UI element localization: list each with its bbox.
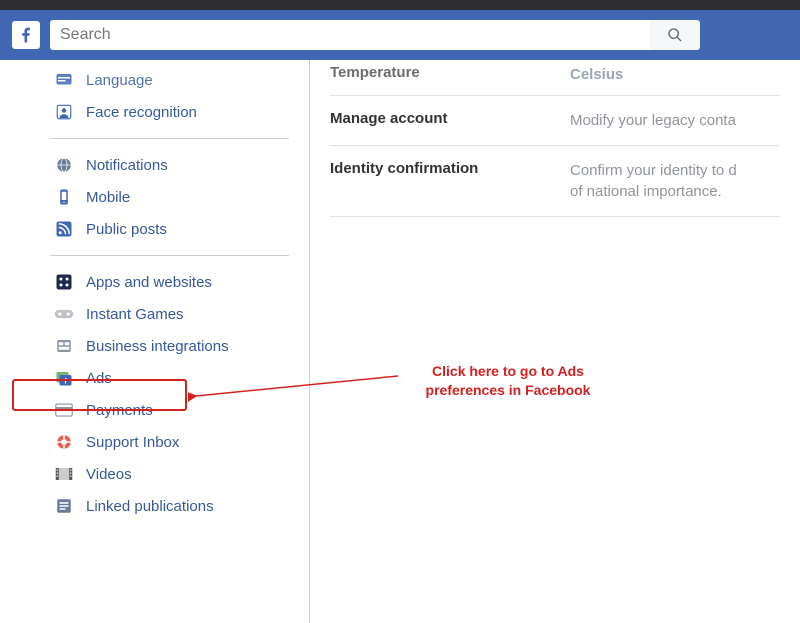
sidebar-item-label: Notifications — [86, 157, 168, 174]
facebook-icon — [17, 26, 35, 44]
sidebar-item-language[interactable]: Language — [50, 64, 289, 96]
sidebar-item-ads[interactable]: f Ads — [50, 362, 289, 394]
business-icon — [54, 336, 74, 356]
setting-label: Manage account — [330, 110, 570, 131]
support-icon — [54, 432, 74, 452]
sidebar: Language Face recognition Notifications … — [0, 60, 310, 623]
sidebar-item-label: Ads — [86, 370, 112, 387]
divider — [50, 138, 289, 139]
browser-top-bar — [0, 0, 800, 10]
sidebar-item-face-recognition[interactable]: Face recognition — [50, 96, 289, 128]
setting-value: Modify your legacy conta — [570, 110, 736, 131]
sidebar-item-apps-websites[interactable]: Apps and websites — [50, 266, 289, 298]
setting-label: Identity confirmation — [330, 160, 570, 202]
sidebar-item-notifications[interactable]: Notifications — [50, 149, 289, 181]
sidebar-item-label: Support Inbox — [86, 434, 179, 451]
linked-icon — [54, 496, 74, 516]
search-icon — [667, 27, 683, 43]
search-input[interactable] — [50, 20, 650, 50]
sidebar-item-label: Business integrations — [86, 338, 229, 355]
sidebar-item-linked-publications[interactable]: Linked publications — [50, 490, 289, 522]
sidebar-item-label: Language — [86, 72, 153, 89]
globe-icon — [54, 155, 74, 175]
sidebar-item-instant-games[interactable]: Instant Games — [50, 298, 289, 330]
videos-icon — [54, 464, 74, 484]
sidebar-item-label: Face recognition — [86, 104, 197, 121]
ads-icon: f — [54, 368, 74, 388]
games-icon — [54, 304, 74, 324]
sidebar-item-label: Videos — [86, 466, 132, 483]
sidebar-item-mobile[interactable]: Mobile — [50, 181, 289, 213]
mobile-icon — [54, 187, 74, 207]
setting-value: Confirm your identity to d of national i… — [570, 160, 737, 202]
header — [0, 10, 800, 60]
sidebar-item-label: Instant Games — [86, 306, 184, 323]
setting-row-identity-confirmation[interactable]: Identity confirmation Confirm your ident… — [330, 146, 780, 217]
sidebar-item-public-posts[interactable]: Public posts — [50, 213, 289, 245]
search-wrap — [50, 20, 700, 50]
sidebar-item-label: Linked publications — [86, 498, 214, 515]
setting-row-temperature[interactable]: Temperature Celsius — [330, 60, 780, 95]
sidebar-item-business-integrations[interactable]: Business integrations — [50, 330, 289, 362]
main: Temperature Celsius Manage account Modif… — [310, 60, 800, 623]
sidebar-item-support-inbox[interactable]: Support Inbox — [50, 426, 289, 458]
setting-value: Celsius — [570, 64, 623, 85]
search-button[interactable] — [650, 20, 700, 50]
divider — [50, 255, 289, 256]
sidebar-item-label: Public posts — [86, 221, 167, 238]
payments-icon — [54, 400, 74, 420]
rss-icon — [54, 219, 74, 239]
setting-row-manage-account[interactable]: Manage account Modify your legacy conta — [330, 95, 780, 146]
setting-label: Temperature — [330, 64, 570, 85]
apps-icon — [54, 272, 74, 292]
face-icon — [54, 102, 74, 122]
facebook-logo[interactable] — [12, 21, 40, 49]
sidebar-item-label: Apps and websites — [86, 274, 212, 291]
language-icon — [54, 70, 74, 90]
sidebar-item-videos[interactable]: Videos — [50, 458, 289, 490]
sidebar-item-label: Payments — [86, 402, 153, 419]
content: Language Face recognition Notifications … — [0, 60, 800, 623]
sidebar-item-payments[interactable]: Payments — [50, 394, 289, 426]
sidebar-item-label: Mobile — [86, 189, 130, 206]
